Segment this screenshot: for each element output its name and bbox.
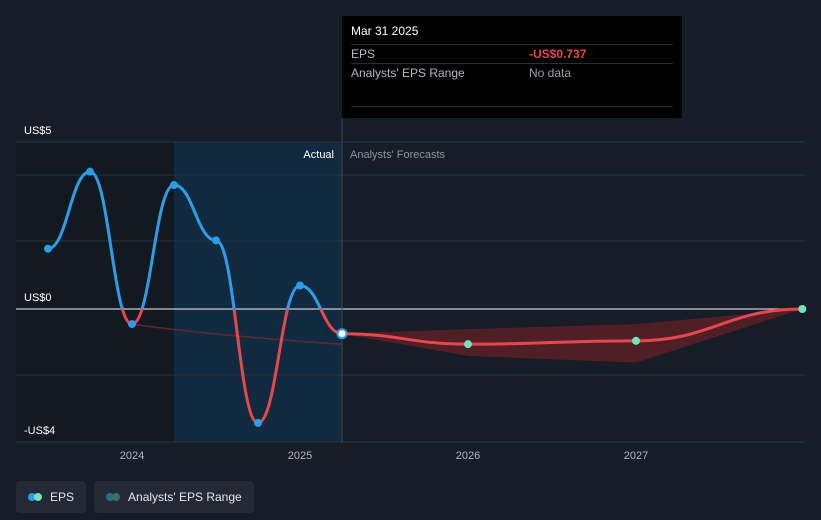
hover-tooltip: Mar 31 2025 EPS -US$0.737 Analysts' EPS … — [342, 16, 682, 118]
eps-point — [170, 181, 178, 190]
x-tick-label: 2025 — [288, 450, 312, 462]
legend-range-label: Analysts' EPS Range — [128, 490, 242, 504]
x-tick-label: 2026 — [456, 450, 480, 462]
tooltip-eps-label: EPS — [351, 47, 376, 61]
selected-point — [336, 328, 348, 340]
actual-label: Actual — [303, 149, 334, 161]
eps-point — [296, 281, 304, 290]
tooltip-row-range: Analysts' EPS Range No data — [351, 63, 673, 82]
eps-point — [44, 244, 52, 253]
tooltip-range-label: Analysts' EPS Range — [351, 66, 465, 80]
y-tick-label: -US$4 — [24, 425, 55, 437]
legend-item-range[interactable]: Analysts' EPS Range — [94, 481, 254, 513]
eps-dot-icon — [28, 493, 44, 501]
tooltip-range-value: No data — [529, 66, 572, 80]
forecast-point — [632, 336, 640, 345]
tooltip-divider — [351, 82, 673, 107]
legend-eps-label: EPS — [50, 490, 75, 504]
eps-point — [128, 320, 136, 329]
forecast-point — [798, 305, 807, 313]
legend-item-eps[interactable]: EPS — [16, 481, 87, 513]
tooltip-date: Mar 31 2025 — [351, 24, 419, 38]
forecast-label: Analysts' Forecasts — [350, 149, 446, 161]
eps-range-band — [342, 309, 803, 363]
range-dot-icon — [106, 493, 122, 501]
x-tick-label: 2024 — [120, 450, 144, 462]
x-tick-label: 2027 — [624, 450, 648, 462]
eps-point — [86, 167, 94, 176]
eps-point — [212, 236, 220, 245]
highlight-region — [174, 142, 342, 442]
eps-point — [254, 418, 262, 427]
forecast-point — [464, 340, 472, 349]
y-tick-label: US$0 — [24, 292, 52, 304]
y-tick-label: US$5 — [24, 125, 52, 137]
tooltip-eps-value: -US$0.737 — [529, 47, 587, 61]
chart-legend: EPS Analysts' EPS Range — [16, 481, 254, 513]
tooltip-row-eps: EPS -US$0.737 — [351, 44, 673, 63]
